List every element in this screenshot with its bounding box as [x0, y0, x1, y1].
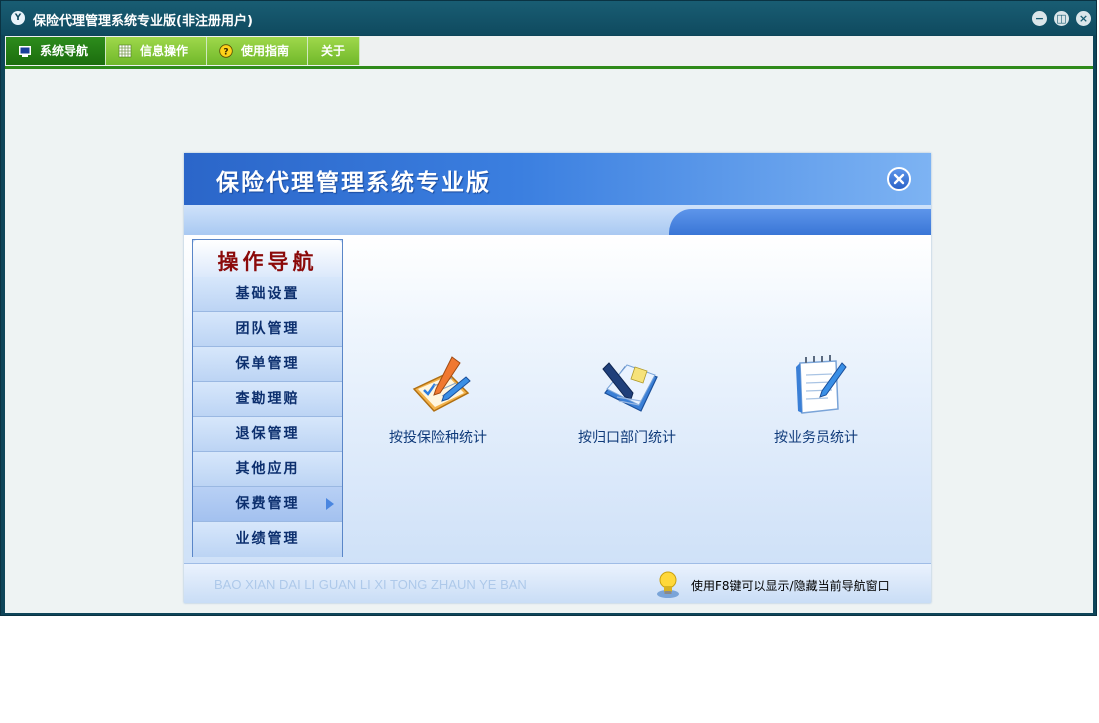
panel-footer: BAO XIAN DAI LI GUAN LI XI TONG ZHAUN YE… [184, 563, 931, 603]
function-stats-by-insurance-type[interactable]: 按投保险种统计 [358, 353, 518, 448]
close-icon [893, 173, 905, 185]
nav-item-claims-survey[interactable]: 查勘理赔 [193, 382, 342, 417]
nav-item-label: 查勘理赔 [235, 391, 300, 407]
footer-hint-text: 使用F8键可以显示/隐藏当前导航窗口 [691, 579, 890, 593]
op-nav-title: 操作导航 [217, 250, 318, 274]
nav-item-label: 其他应用 [235, 461, 300, 477]
function-label: 按业务员统计 [774, 430, 858, 446]
nav-item-label: 保费管理 [235, 496, 300, 512]
op-nav-header: 操作导航 [193, 240, 342, 278]
nav-item-label: 基础设置 [235, 286, 300, 302]
minimize-icon: − [1034, 12, 1045, 25]
function-stats-by-department[interactable]: 按归口部门统计 [547, 353, 707, 448]
checklist-pencil-icon [412, 356, 471, 412]
title-bar[interactable]: Y 保险代理管理系统专业版(非注册用户) − ◫ × [1, 1, 1096, 35]
minimize-button[interactable]: − [1032, 11, 1047, 26]
nav-item-label: 业绩管理 [235, 531, 300, 547]
nav-item-policy-management[interactable]: 保单管理 [193, 347, 342, 382]
monitor-icon [19, 46, 31, 57]
nav-item-other-applications[interactable]: 其他应用 [193, 452, 342, 487]
nav-item-premium-management[interactable]: 保费管理 [193, 487, 342, 522]
function-stats-by-salesperson[interactable]: 按业务员统计 [736, 353, 896, 448]
grid-icon [118, 44, 132, 58]
function-label: 按归口部门统计 [578, 430, 676, 446]
nav-item-label: 退保管理 [235, 426, 300, 442]
restore-icon: ◫ [1056, 12, 1067, 25]
window-title: 保险代理管理系统专业版(非注册用户) [33, 14, 253, 29]
close-icon: × [1078, 12, 1089, 25]
svg-text:?: ? [223, 48, 228, 58]
navigation-panel: 保险代理管理系统专业版 操作导航 基础设置 团队管理 保单管理 查勘理赔 退保管… [184, 153, 931, 603]
nav-item-label: 保单管理 [235, 356, 300, 372]
operation-navigation: 操作导航 基础设置 团队管理 保单管理 查勘理赔 退保管理 其他应用 保费管理 … [192, 239, 343, 557]
close-window-button[interactable]: × [1076, 11, 1091, 26]
tab-info-operation[interactable]: 信息操作 [106, 37, 207, 65]
document-pen-icon [602, 362, 658, 412]
menu-bar: 系统导航 信息操作 ? 使用指南 关于 [5, 36, 1093, 69]
help-icon: ? [219, 44, 233, 58]
panel-subbar-decoration [669, 209, 931, 235]
notepad-pen-icon [796, 355, 847, 414]
footer-pinyin-text: BAO XIAN DAI LI GUAN LI XI TONG ZHAUN YE… [214, 577, 527, 592]
panel-close-button[interactable] [887, 167, 911, 191]
app-logo-icon: Y [11, 11, 25, 25]
panel-title: 保险代理管理系统专业版 [216, 170, 491, 196]
arrow-right-icon [326, 498, 334, 510]
restore-button[interactable]: ◫ [1054, 11, 1069, 26]
panel-header: 保险代理管理系统专业版 [184, 153, 931, 205]
lightbulb-icon [657, 571, 679, 598]
nav-item-basic-settings[interactable]: 基础设置 [193, 277, 342, 312]
function-label: 按投保险种统计 [389, 430, 487, 446]
nav-item-team-management[interactable]: 团队管理 [193, 312, 342, 347]
tab-label: 关于 [321, 44, 346, 58]
tab-system-navigation[interactable]: 系统导航 [6, 37, 106, 65]
tab-label: 使用指南 [241, 44, 290, 58]
tab-label: 信息操作 [140, 44, 189, 58]
tab-about[interactable]: 关于 [308, 37, 360, 65]
tab-label: 系统导航 [40, 44, 89, 58]
nav-item-label: 团队管理 [235, 321, 300, 337]
tab-user-guide[interactable]: ? 使用指南 [207, 37, 308, 65]
nav-item-surrender-management[interactable]: 退保管理 [193, 417, 342, 452]
nav-item-performance-management[interactable]: 业绩管理 [193, 522, 342, 557]
